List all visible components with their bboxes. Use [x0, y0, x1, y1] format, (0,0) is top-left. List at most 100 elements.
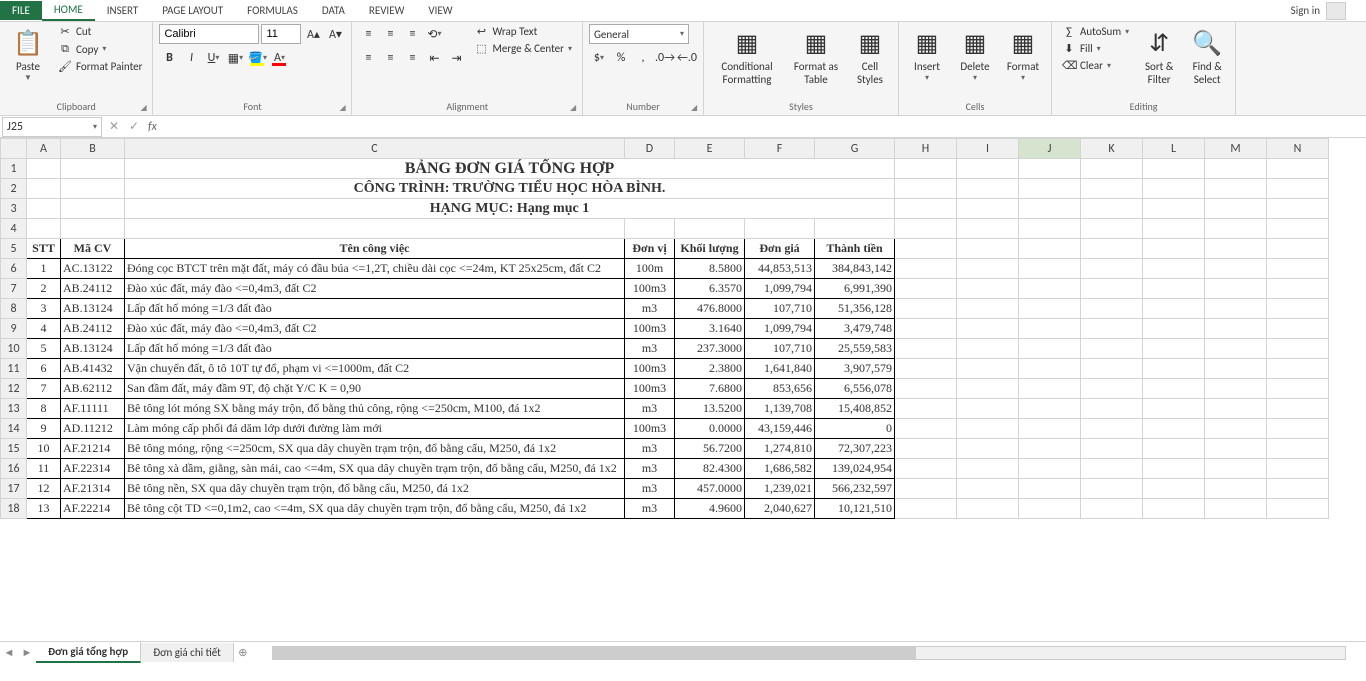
cell[interactable] [1081, 299, 1143, 319]
cell[interactable] [957, 419, 1019, 439]
cell[interactable] [895, 399, 957, 419]
cell-ten[interactable]: San đầm đất, máy đầm 9T, độ chặt Y/C K =… [125, 379, 625, 399]
cell-ten[interactable]: Bê tông móng, rộng <=250cm, SX qua dây c… [125, 439, 625, 459]
cell[interactable] [1267, 159, 1329, 179]
cell[interactable] [1267, 479, 1329, 499]
row-header[interactable]: 16 [1, 459, 27, 479]
cell-ten[interactable]: Đào xúc đất, máy đào <=0,4m3, đất C2 [125, 279, 625, 299]
row-header[interactable]: 5 [1, 239, 27, 259]
cell[interactable] [895, 459, 957, 479]
cell-tt[interactable]: 3,479,748 [815, 319, 895, 339]
border-button[interactable]: ▦▾ [225, 48, 245, 68]
insert-cells-button[interactable]: ▦Insert▾ [905, 24, 949, 85]
cell[interactable] [1205, 439, 1267, 459]
cell[interactable] [1143, 159, 1205, 179]
row-header[interactable]: 7 [1, 279, 27, 299]
cell[interactable] [895, 259, 957, 279]
cell[interactable] [1143, 239, 1205, 259]
increase-indent-button[interactable]: ⇥ [446, 48, 466, 68]
table-header-cell[interactable]: Thành tiền [815, 239, 895, 259]
cell[interactable] [1143, 479, 1205, 499]
align-bottom-button[interactable]: ≡ [402, 24, 422, 44]
cell-ma[interactable]: AF.22214 [61, 499, 125, 519]
copy-button[interactable]: ⧉Copy▾ [54, 41, 146, 57]
cell[interactable] [1267, 399, 1329, 419]
cell-dg[interactable]: 43,159,446 [745, 419, 815, 439]
row-header[interactable]: 17 [1, 479, 27, 499]
cell-kl[interactable]: 237.3000 [675, 339, 745, 359]
row-header[interactable]: 8 [1, 299, 27, 319]
merge-center-button[interactable]: ⬚Merge & Center▾ [470, 41, 576, 56]
cell-ma[interactable]: AF.21314 [61, 479, 125, 499]
cell[interactable] [1019, 479, 1081, 499]
spreadsheet-grid[interactable]: ABCDEFGHIJKLMN1BẢNG ĐƠN GIÁ TỔNG HỢP2CÔN… [0, 138, 1366, 641]
cell-ma[interactable]: AC.13122 [61, 259, 125, 279]
table-header-cell[interactable]: Tên công việc [125, 239, 625, 259]
table-header-cell[interactable]: Mã CV [61, 239, 125, 259]
cell-dv[interactable]: m3 [625, 299, 675, 319]
row-header[interactable]: 1 [1, 159, 27, 179]
cell-dg[interactable]: 107,710 [745, 339, 815, 359]
cell-ten[interactable]: Bê tông lót móng SX bằng máy trộn, đổ bằ… [125, 399, 625, 419]
format-cells-button[interactable]: ▦Format▾ [1001, 24, 1045, 85]
cell[interactable] [895, 159, 957, 179]
cell-stt[interactable]: 4 [27, 319, 61, 339]
cell[interactable] [675, 219, 745, 239]
cell[interactable] [1143, 359, 1205, 379]
cell[interactable] [27, 219, 61, 239]
cell-dv[interactable]: 100m3 [625, 359, 675, 379]
cell[interactable] [1205, 419, 1267, 439]
dialog-launcher-icon[interactable]: ◢ [140, 103, 150, 113]
cell-kl[interactable]: 82.4300 [675, 459, 745, 479]
cell[interactable] [1143, 259, 1205, 279]
cell[interactable] [895, 219, 957, 239]
cell[interactable] [1267, 499, 1329, 519]
cell[interactable] [1267, 279, 1329, 299]
font-name-combo[interactable] [159, 24, 259, 44]
tab-view[interactable]: VIEW [416, 1, 464, 20]
cell[interactable] [1267, 199, 1329, 219]
cell[interactable] [1081, 499, 1143, 519]
cell[interactable] [1081, 479, 1143, 499]
cell-tt[interactable]: 0 [815, 419, 895, 439]
cell[interactable] [1143, 439, 1205, 459]
col-header[interactable]: I [957, 139, 1019, 159]
cell[interactable] [957, 339, 1019, 359]
col-header[interactable]: M [1205, 139, 1267, 159]
cell[interactable] [1205, 199, 1267, 219]
format-painter-button[interactable]: 🖌Format Painter [54, 59, 146, 74]
cell[interactable] [895, 379, 957, 399]
cell-dg[interactable]: 1,641,840 [745, 359, 815, 379]
cell[interactable] [1143, 199, 1205, 219]
cell[interactable] [1019, 279, 1081, 299]
orientation-button[interactable]: ⟲▾ [424, 24, 444, 44]
cell-stt[interactable]: 10 [27, 439, 61, 459]
cell[interactable] [1143, 379, 1205, 399]
cell[interactable] [1143, 499, 1205, 519]
cell[interactable] [1081, 319, 1143, 339]
cell[interactable] [1019, 159, 1081, 179]
cell[interactable] [1081, 419, 1143, 439]
cell[interactable] [895, 419, 957, 439]
cell-dv[interactable]: m3 [625, 439, 675, 459]
row-header[interactable]: 10 [1, 339, 27, 359]
cancel-formula-button[interactable]: ✕ [104, 119, 124, 134]
cell[interactable] [1019, 199, 1081, 219]
cell[interactable] [1081, 399, 1143, 419]
row-header[interactable]: 2 [1, 179, 27, 199]
horizontal-scrollbar[interactable] [272, 646, 1346, 660]
accounting-format-button[interactable]: $▾ [589, 48, 609, 68]
cell[interactable] [957, 179, 1019, 199]
cell[interactable] [815, 219, 895, 239]
cell-ten[interactable]: Vận chuyển đất, ô tô 10T tự đổ, phạm vi … [125, 359, 625, 379]
table-header-cell[interactable]: Đơn giá [745, 239, 815, 259]
select-all-corner[interactable] [1, 139, 27, 159]
col-header[interactable]: C [125, 139, 625, 159]
next-sheet-button[interactable]: ► [18, 646, 36, 659]
cell[interactable] [895, 199, 957, 219]
font-color-button[interactable]: A▾ [269, 48, 289, 68]
cell[interactable] [1019, 459, 1081, 479]
cell[interactable] [957, 219, 1019, 239]
fill-button[interactable]: ⬇Fill▾ [1058, 41, 1133, 56]
cell[interactable] [957, 199, 1019, 219]
